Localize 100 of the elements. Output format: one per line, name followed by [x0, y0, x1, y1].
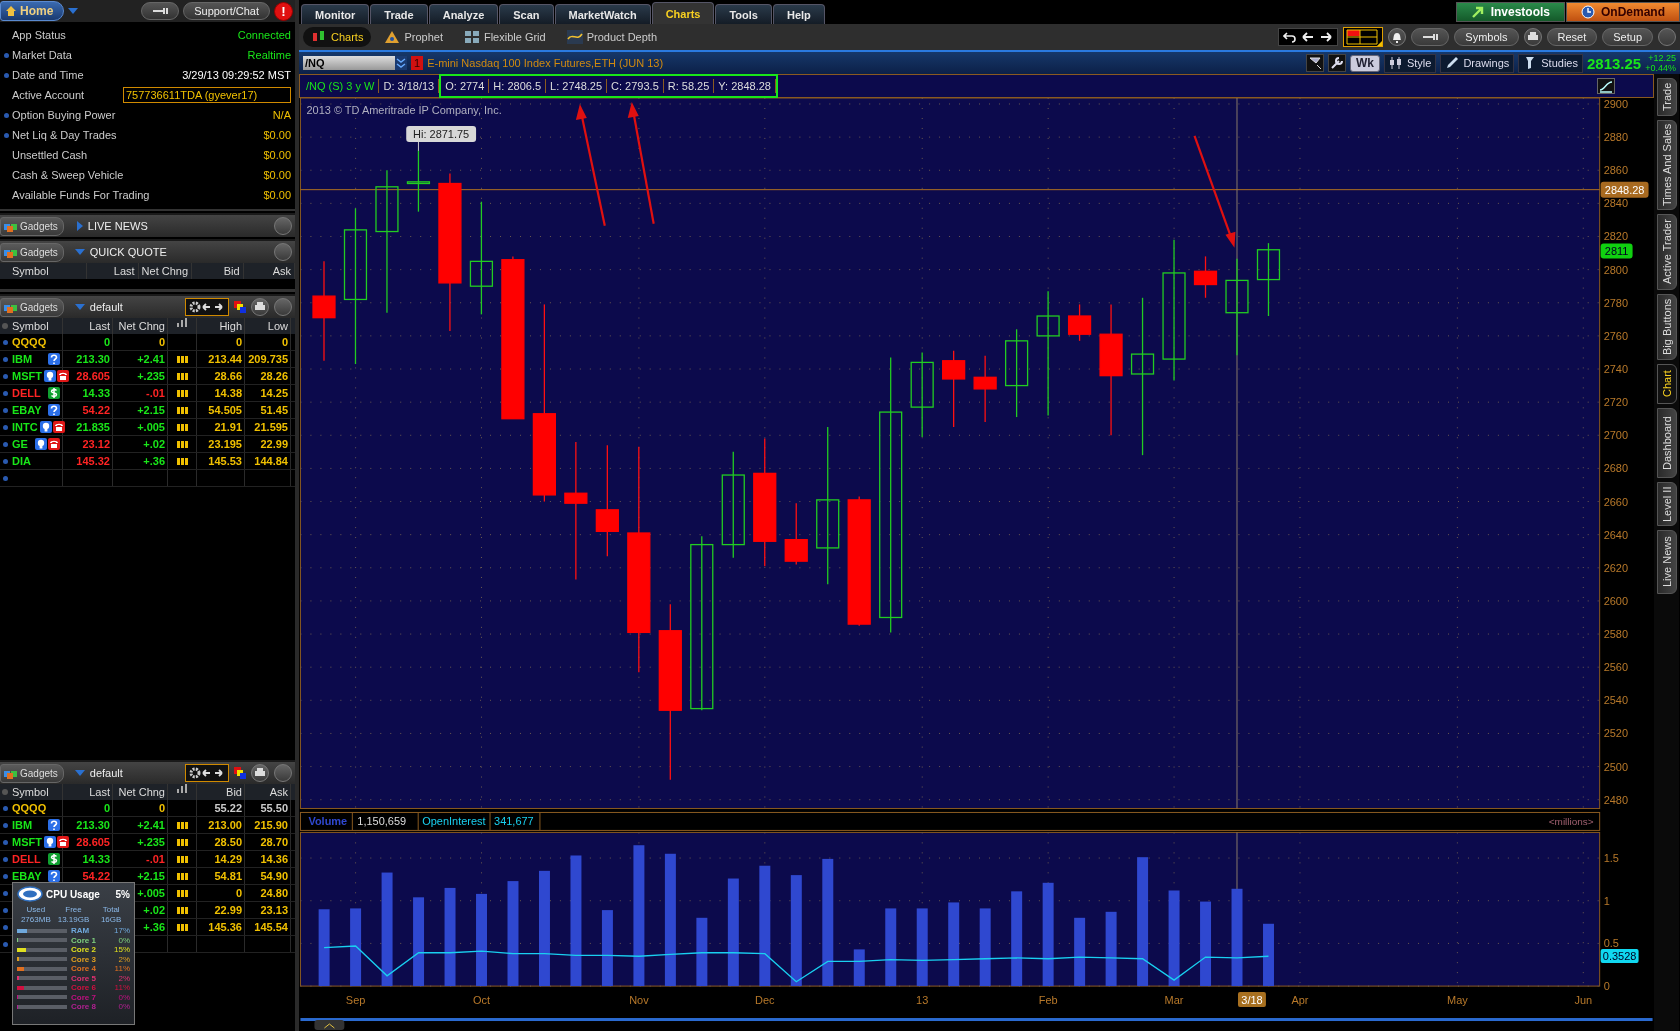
- chart-settings-label[interactable]: /NQ (S) 3 y W: [302, 79, 380, 93]
- bars-icon[interactable]: [176, 406, 188, 414]
- alert-button[interactable]: !: [274, 1, 293, 21]
- detach-button[interactable]: [274, 217, 292, 235]
- lightbulb-icon[interactable]: [35, 438, 47, 450]
- symbol-cell[interactable]: INTC: [12, 421, 38, 433]
- side-tab[interactable]: Active Trader: [1656, 214, 1677, 290]
- layout-grid-icon[interactable]: [1343, 27, 1384, 47]
- home-button[interactable]: Home: [0, 1, 65, 21]
- help-icon[interactable]: [48, 870, 60, 882]
- detach-button[interactable]: [1658, 28, 1676, 46]
- column-header[interactable]: High: [197, 318, 245, 334]
- gadgets-button[interactable]: Gadgets: [0, 242, 64, 262]
- bars-icon[interactable]: [176, 906, 188, 914]
- bars-icon[interactable]: [176, 457, 188, 465]
- print-button[interactable]: [251, 764, 269, 782]
- gadgets-button[interactable]: Gadgets: [0, 216, 64, 236]
- lightbulb-icon[interactable]: [39, 421, 52, 433]
- main-tab[interactable]: Trade: [370, 4, 428, 24]
- setup-button[interactable]: Setup: [1602, 28, 1653, 46]
- column-header[interactable]: Ask: [245, 784, 291, 800]
- bars-icon[interactable]: [176, 372, 188, 380]
- column-header[interactable]: Symbol: [10, 318, 63, 334]
- symbol-cell[interactable]: QQQQ: [12, 336, 47, 348]
- main-tab[interactable]: Analyze: [428, 4, 499, 24]
- lightbulb-icon[interactable]: [43, 836, 56, 848]
- back-arrow-icon[interactable]: [1301, 31, 1316, 43]
- ondemand-button[interactable]: OnDemand: [1566, 2, 1680, 22]
- detach-button[interactable]: [274, 243, 292, 261]
- main-tab[interactable]: Scan: [499, 4, 554, 24]
- symbol-cell[interactable]: MSFT: [12, 836, 42, 848]
- color-squares-icon[interactable]: [234, 301, 246, 313]
- help-icon[interactable]: [48, 353, 60, 365]
- undo-icon[interactable]: [1283, 31, 1298, 43]
- studies-button[interactable]: Studies: [1518, 53, 1583, 73]
- main-tab[interactable]: MarketWatch: [554, 4, 651, 24]
- column-header[interactable]: Symbol: [10, 784, 63, 800]
- side-tab[interactable]: Dashboard: [1656, 408, 1677, 478]
- symbol-cell[interactable]: DELL: [12, 387, 41, 399]
- bars-icon[interactable]: [176, 923, 188, 931]
- column-header[interactable]: Ask: [243, 263, 295, 279]
- list-tools-button[interactable]: [185, 764, 229, 782]
- column-header[interactable]: Symbol: [0, 263, 88, 279]
- curve-icon[interactable]: [1597, 78, 1615, 94]
- symbol-cell[interactable]: MSFT: [12, 370, 42, 382]
- column-header[interactable]: Last: [87, 263, 139, 279]
- side-tab[interactable]: Level II: [1656, 482, 1677, 526]
- bars-icon[interactable]: [176, 889, 188, 897]
- print-button[interactable]: [1523, 28, 1542, 46]
- symbol-cell[interactable]: QQQQ: [12, 802, 47, 814]
- phone-icon[interactable]: [52, 421, 65, 433]
- help-icon[interactable]: [48, 819, 60, 831]
- account-field[interactable]: 757736611TDA (gyever17): [123, 87, 291, 103]
- bars-icon[interactable]: [176, 355, 188, 363]
- bars-icon[interactable]: [176, 821, 188, 829]
- symbol-cell[interactable]: IBM: [12, 819, 33, 831]
- column-header[interactable]: Last: [63, 784, 113, 800]
- style-button[interactable]: Style: [1383, 53, 1437, 73]
- wrench-icon[interactable]: [1327, 54, 1346, 72]
- bars-icon[interactable]: [176, 872, 188, 880]
- phone-icon[interactable]: [48, 438, 60, 450]
- gadgets-button[interactable]: Gadgets: [0, 297, 64, 317]
- lightbulb-icon[interactable]: [43, 370, 56, 382]
- side-tab[interactable]: Chart: [1656, 364, 1677, 404]
- caret-icon[interactable]: [74, 770, 85, 776]
- reset-button[interactable]: Reset: [1546, 28, 1598, 46]
- bars-icon[interactable]: [176, 855, 188, 863]
- symbol-cell[interactable]: DELL: [12, 853, 41, 865]
- column-header[interactable]: Last: [63, 318, 113, 334]
- detach-button[interactable]: [274, 764, 292, 782]
- symbol-field[interactable]: /NQ: [303, 56, 407, 70]
- column-header[interactable]: Net Chng: [138, 263, 193, 279]
- sub-tab[interactable]: Product Depth: [558, 27, 665, 47]
- bars-icon[interactable]: [176, 423, 188, 431]
- main-tab[interactable]: Charts: [651, 2, 715, 24]
- dollar-icon[interactable]: [48, 853, 60, 865]
- phone-icon[interactable]: [56, 836, 69, 848]
- settings-button[interactable]: [141, 2, 180, 20]
- symbol-cell[interactable]: EBAY: [12, 404, 42, 416]
- symbol-cell[interactable]: DIA: [12, 455, 31, 467]
- side-tab[interactable]: Times And Sales: [1656, 120, 1677, 210]
- side-tab[interactable]: Big Buttons: [1656, 294, 1677, 360]
- column-header[interactable]: Low: [245, 318, 291, 334]
- symbol-cell[interactable]: GE: [12, 438, 28, 450]
- symbol-cell[interactable]: IBM: [12, 353, 33, 365]
- column-header[interactable]: Bid: [197, 784, 245, 800]
- sub-tab[interactable]: Charts: [303, 27, 372, 47]
- symbols-button[interactable]: Symbols: [1454, 28, 1519, 46]
- investools-button[interactable]: Investools: [1455, 2, 1565, 22]
- help-icon[interactable]: [48, 404, 60, 416]
- bars-icon[interactable]: [176, 440, 188, 448]
- sub-tab[interactable]: Flexible Grid: [455, 27, 554, 47]
- zoom-tool-icon[interactable]: [1305, 54, 1324, 72]
- expand-handle-icon[interactable]: [314, 1020, 345, 1030]
- expand-arrow-icon[interactable]: [76, 221, 83, 231]
- dollar-icon[interactable]: [48, 387, 60, 399]
- print-button[interactable]: [251, 298, 269, 316]
- color-squares-icon[interactable]: [234, 767, 246, 779]
- drawings-button[interactable]: Drawings: [1440, 53, 1515, 73]
- list-tools-button[interactable]: [185, 298, 229, 316]
